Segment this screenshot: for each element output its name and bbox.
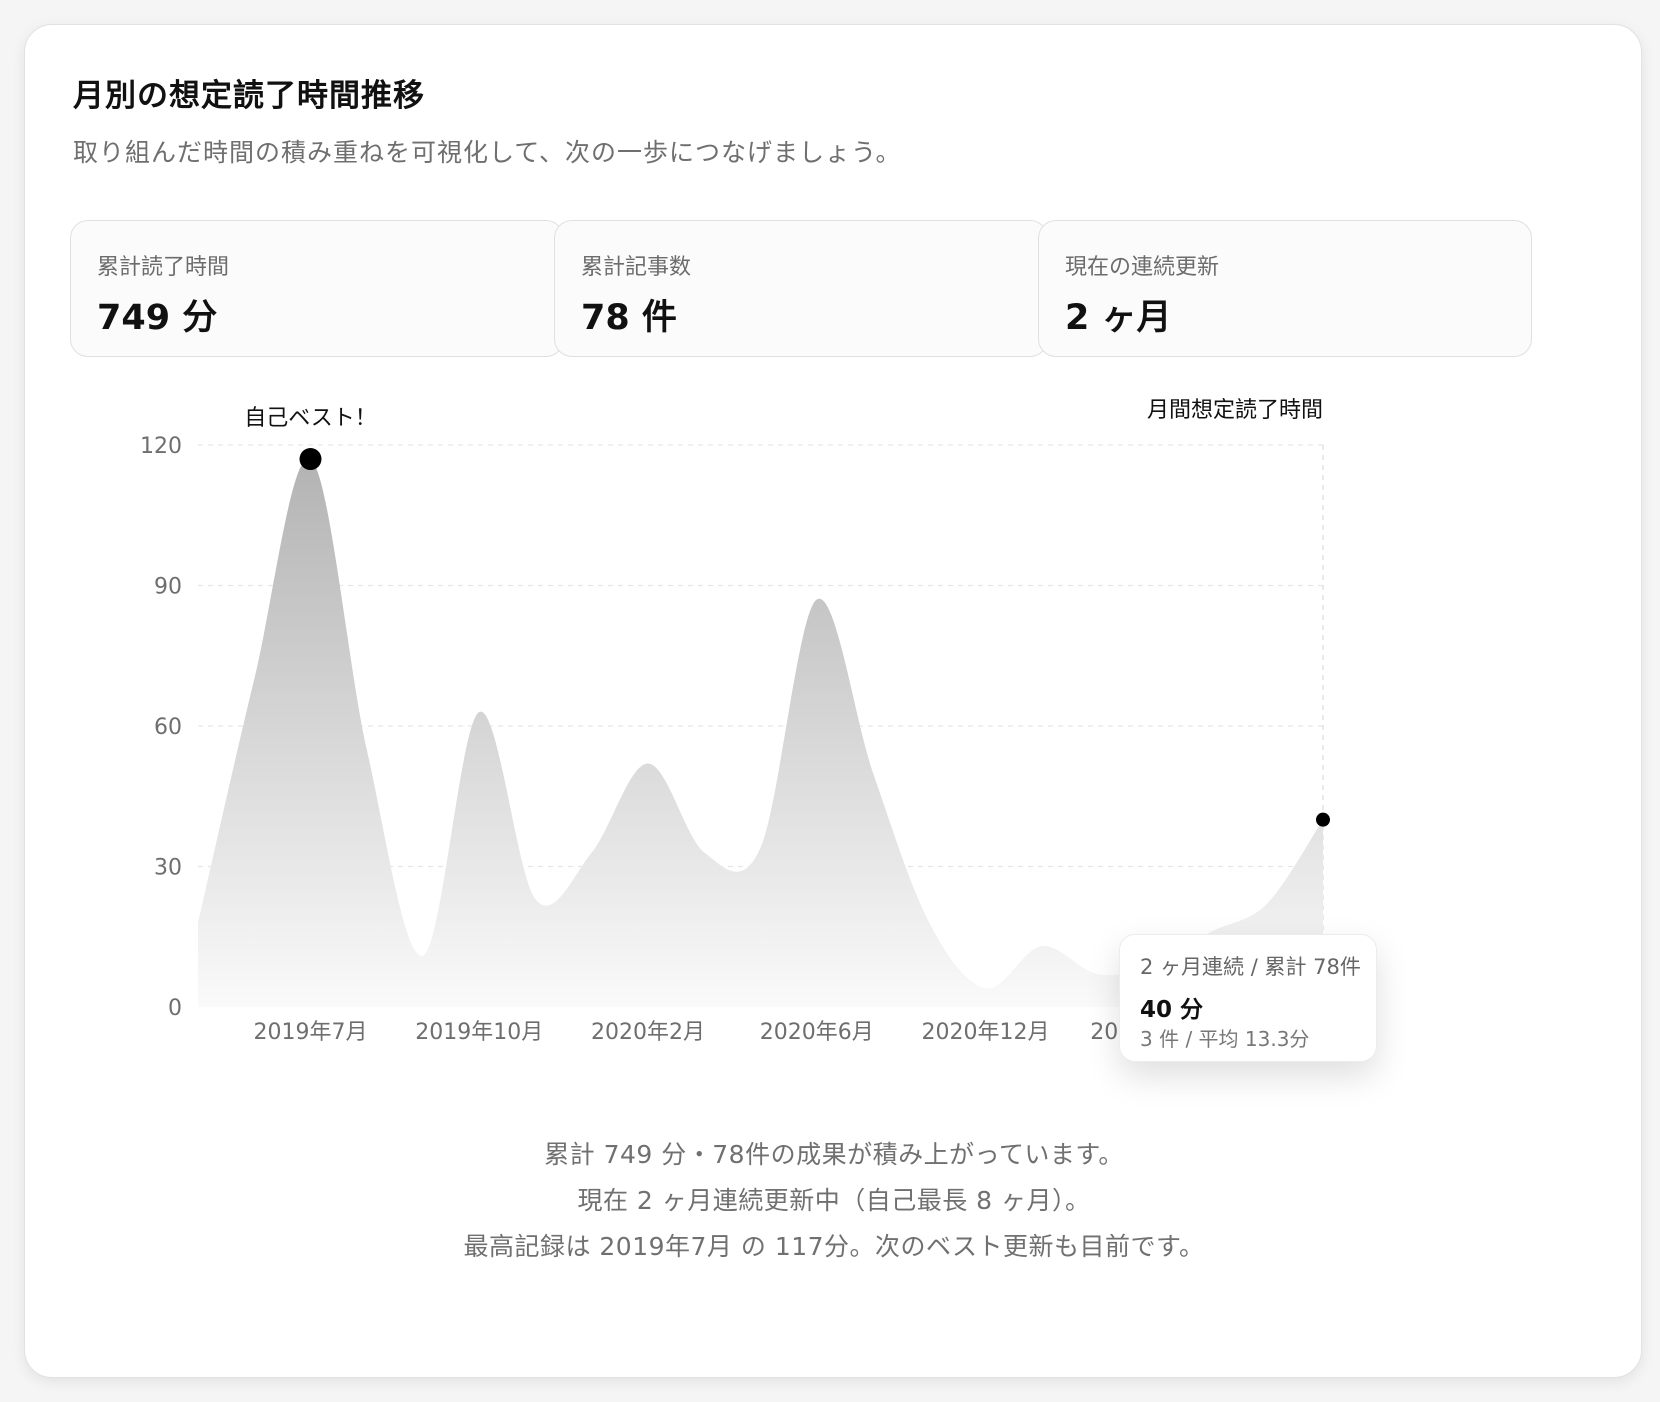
area-series <box>198 458 1323 1007</box>
x-tick-label: 2020年12月 <box>922 1020 1050 1045</box>
y-tick-label: 90 <box>154 575 182 600</box>
tooltip-detail: 3 件 / 平均 13.3分 <box>1140 1027 1310 1051</box>
x-tick-label: 2020年6月 <box>760 1020 874 1045</box>
best-annotation: 自己ベスト！ <box>244 406 376 431</box>
y-tick-label: 60 <box>154 715 182 740</box>
y-tick-label: 30 <box>154 856 182 881</box>
y-tick-label: 120 <box>140 434 182 459</box>
area-chart: 0 30 60 90 120 2019年7月 2019年10月 2020年2月 2020年6月 2… <box>140 398 1380 1045</box>
chart-tooltip: 2 ヶ月連続 / 累計 78件 40 分 3 件 / 平均 13.3分 <box>1119 934 1377 1062</box>
best-marker <box>299 448 322 471</box>
tooltip-value: 40 分 <box>1140 997 1204 1023</box>
summary-line-best: 最高記録は 2019年7月 の 117分。次のベスト更新も目前です。 <box>463 1232 1205 1261</box>
x-tick-label: 2019年10月 <box>415 1020 543 1045</box>
summary-line-streak: 現在 2 ヶ月連続更新中（自己最長 8 ヶ月）。 <box>577 1186 1091 1215</box>
tooltip-header: 2 ヶ月連続 / 累計 78件 <box>1140 955 1361 979</box>
x-tick-label: 2019年7月 <box>254 1020 368 1045</box>
y-tick-label: 0 <box>168 996 182 1021</box>
series-legend: 月間想定読了時間 <box>1147 398 1323 423</box>
current-marker <box>1316 812 1330 827</box>
reading-time-card: 月別の想定読了時間推移 取り組んだ時間の積み重ねを可視化して、次の一歩につなげま… <box>24 24 1642 1378</box>
x-tick-label: 2020年2月 <box>591 1020 705 1045</box>
summary-line-total: 累計 749 分・78件の成果が積み上がっています。 <box>544 1140 1124 1169</box>
